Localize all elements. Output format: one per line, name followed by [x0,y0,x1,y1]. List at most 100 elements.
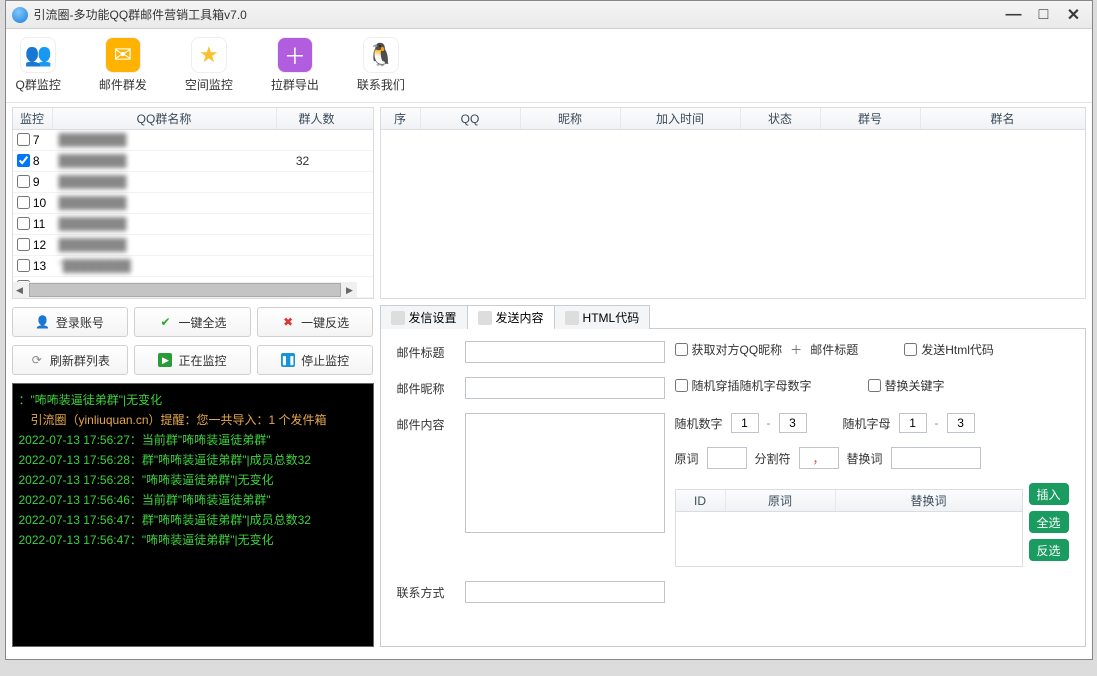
group-row[interactable]: 10████████ [13,193,373,214]
log-line: ："咘咘装逼徒弟群"|无变化 [19,390,367,410]
contact-input[interactable] [465,581,665,603]
log-line: 2022-07-13 17:56:28："咘咘装逼徒弟群"|无变化 [19,470,367,490]
tab-html-code[interactable]: HTML代码 [554,305,651,329]
row-checkbox[interactable] [17,238,30,251]
invert-select-button[interactable]: ✖一键反选 [257,307,374,337]
user-icon: 👤 [36,315,50,329]
split-input[interactable] [799,447,839,469]
log-panel[interactable]: ："咘咘装逼徒弟群"|无变化 引流圈（yinliuquan.cn）提醒：您一共导… [12,383,374,647]
maximize-button[interactable]: □ [1032,3,1056,27]
row-checkbox[interactable] [17,217,30,230]
opt-getqqnick[interactable]: 获取对方QQ昵称 [675,341,783,358]
insert-button[interactable]: 插入 [1029,483,1069,505]
row-checkbox[interactable] [17,259,30,272]
group-row[interactable]: 12████████ [13,235,373,256]
star-icon: ★ [191,37,227,73]
window-title: 引流圈-多功能QQ群邮件营销工具箱v7.0 [34,6,996,23]
log-line: 2022-07-13 17:56:46：当前群"咘咘装逼徒弟群" [19,490,367,510]
plus-icon: ＋ [277,37,313,73]
log-line: 2022-07-13 17:56:27：当前群"咘咘装逼徒弟群" [19,430,367,450]
log-line: 引流圈（yinliuquan.cn）提醒：您一共导入：1 个发件箱 [19,410,367,430]
group-row[interactable]: 11████████ [13,214,373,235]
people-icon: 👥 [20,37,56,73]
minimize-button[interactable]: — [1002,3,1026,27]
tool-plus[interactable]: ＋拉群导出 [271,37,319,102]
member-col[interactable]: 群名 [921,108,1085,129]
group-grid: 监控 QQ群名称 群人数 7████████ 8████████32 9████… [12,107,374,299]
rt-col-id[interactable]: ID [676,490,726,511]
tool-mail[interactable]: ✉邮件群发 [99,37,147,102]
label-nick: 邮件昵称 [397,377,455,397]
mail-icon [478,311,492,325]
selectall-button[interactable]: 全选 [1029,511,1069,533]
orig-input[interactable] [707,447,747,469]
group-row[interactable]: 9████████ [13,172,373,193]
label-subject: 邮件标题 [397,341,455,361]
row-checkbox[interactable] [17,154,30,167]
gear-icon [391,311,405,325]
play-icon: ▶ [158,353,172,367]
randalpha-min[interactable] [899,413,927,433]
member-col[interactable]: 群号 [821,108,921,129]
randnum-min[interactable] [731,413,759,433]
log-line: 2022-07-13 17:56:47：群"咘咘装逼徒弟群"|成员总数32 [19,510,367,530]
titlebar: 引流圈-多功能QQ群邮件营销工具箱v7.0 — □ ✕ [6,1,1092,29]
stop-button[interactable]: ❚❚停止监控 [257,345,374,375]
close-button[interactable]: ✕ [1062,3,1086,27]
member-col[interactable]: 昵称 [521,108,621,129]
row-checkbox[interactable] [17,133,30,146]
app-icon [12,7,28,23]
app-window: 引流圈-多功能QQ群邮件营销工具箱v7.0 — □ ✕ 👥Q群监控 ✉邮件群发 ★空… [5,0,1093,660]
log-line: 2022-07-13 17:56:47："咘咘装逼徒弟群"|无变化 [19,530,367,550]
randnum-max[interactable] [779,413,807,433]
login-button[interactable]: 👤登录账号 [12,307,129,337]
refresh-icon: ⟳ [30,353,44,367]
invert-button[interactable]: 反选 [1029,539,1069,561]
member-grid: 序QQ昵称加入时间状态群号群名 [380,107,1086,299]
tool-star[interactable]: ★空间监控 [185,37,233,102]
rt-col-repl[interactable]: 替换词 [836,490,1022,511]
log-line: 2022-07-13 17:56:28：群"咘咘装逼徒弟群"|成员总数32 [19,450,367,470]
opt-sendhtml[interactable]: 发送Html代码 [904,341,994,358]
plus-icon: ＋ [790,341,802,358]
group-row[interactable]: 7████████ [13,130,373,151]
opt-replace[interactable]: 替换关键字 [868,377,945,394]
cross-icon: ✖ [281,315,295,329]
check-icon: ✔ [158,315,172,329]
tool-people[interactable]: 👥Q群监控 [16,37,61,102]
tab-send-content[interactable]: 发送内容 [467,305,555,329]
watching-button[interactable]: ▶正在监控 [134,345,251,375]
row-checkbox[interactable] [17,175,30,188]
pause-icon: ❚❚ [281,353,295,367]
tab-send-settings[interactable]: 发信设置 [380,305,468,329]
col-groupname[interactable]: QQ群名称 [53,108,277,129]
tool-penguin[interactable]: 🐧联系我们 [357,37,405,102]
select-all-button[interactable]: ✔一键全选 [134,307,251,337]
label-contact: 联系方式 [397,581,455,601]
opt-randins[interactable]: 随机穿插随机字母数字 [675,377,812,394]
content-input[interactable] [465,413,665,533]
repl-input[interactable] [891,447,981,469]
subject-input[interactable] [465,341,665,363]
mail-icon: ✉ [105,37,141,73]
member-col[interactable]: QQ [421,108,521,129]
code-icon [565,311,579,325]
row-checkbox[interactable] [17,196,30,209]
member-col[interactable]: 加入时间 [621,108,741,129]
group-row[interactable]: 8████████32 [13,151,373,172]
member-grid-body[interactable] [381,130,1085,298]
member-col[interactable]: 序 [381,108,421,129]
nick-input[interactable] [465,377,665,399]
group-row[interactable]: 13"████████ [13,256,373,277]
h-scrollbar[interactable]: ◀▶ [13,282,357,298]
tabs: 发信设置 发送内容 HTML代码 [380,307,1086,329]
col-monitor[interactable]: 监控 [13,108,53,129]
refresh-button[interactable]: ⟳刷新群列表 [12,345,129,375]
group-grid-body[interactable]: 7████████ 8████████32 9████████ 10██████… [13,130,373,298]
randalpha-max[interactable] [947,413,975,433]
rt-col-orig[interactable]: 原词 [726,490,836,511]
label-content: 邮件内容 [397,413,455,433]
member-col[interactable]: 状态 [741,108,821,129]
col-count[interactable]: 群人数 [277,108,357,129]
replace-table: ID 原词 替换词 [675,489,1023,567]
